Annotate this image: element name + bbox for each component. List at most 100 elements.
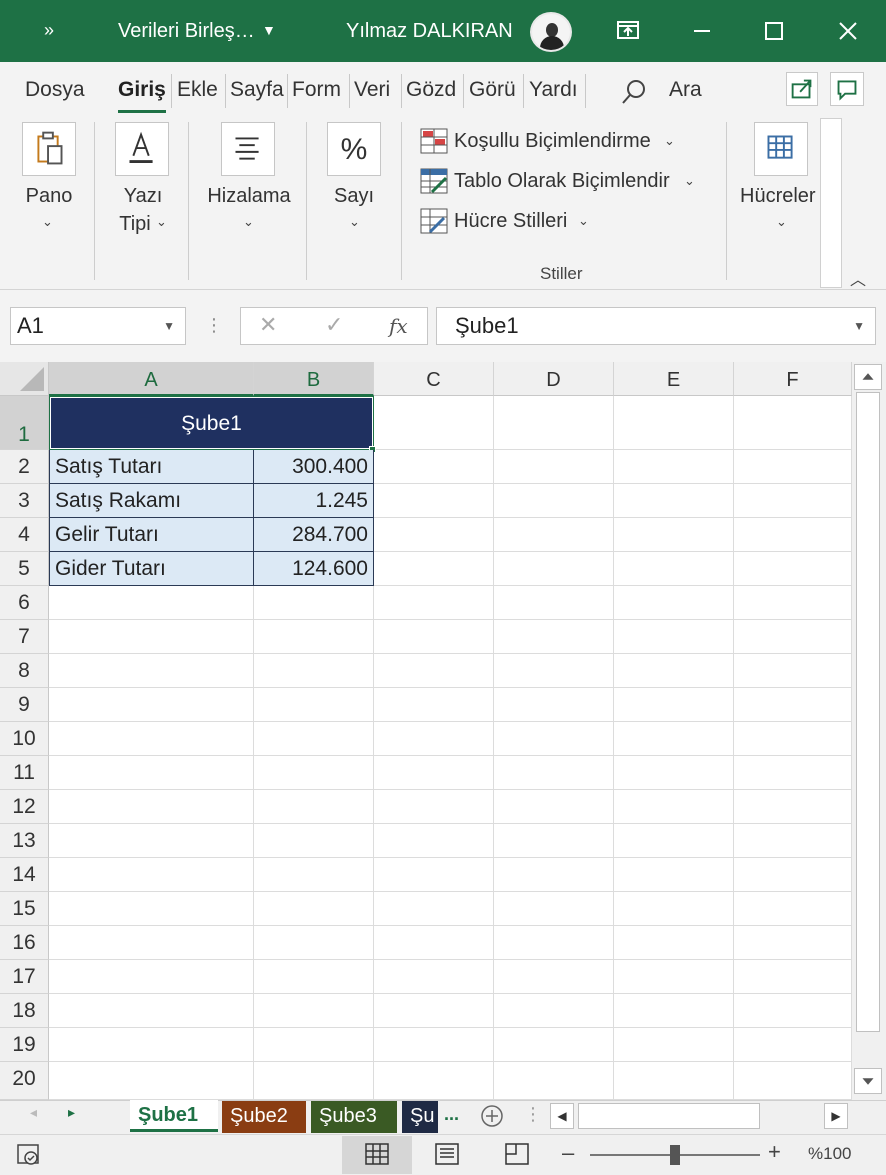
scroll-down-button[interactable] [854, 1068, 882, 1094]
grid-cell[interactable] [49, 1062, 254, 1100]
grid-cell[interactable] [374, 620, 494, 654]
grid-cell[interactable] [374, 1062, 494, 1100]
row-header-16[interactable]: 16 [0, 926, 49, 960]
tab-goru[interactable]: Görü [469, 78, 516, 102]
grid-cell[interactable] [374, 518, 494, 552]
avatar[interactable] [530, 12, 572, 52]
sheet-scroll-right-icon[interactable]: ▸ [68, 1104, 75, 1121]
grid-cell[interactable] [254, 586, 374, 620]
grid-cell[interactable] [494, 926, 614, 960]
column-header-c[interactable]: C [374, 362, 494, 396]
quick-access-toggle[interactable]: » [44, 20, 54, 41]
grid-cell[interactable] [494, 620, 614, 654]
sheet-tab-sube3[interactable]: Şube3 [311, 1101, 397, 1133]
zoom-level[interactable]: %100 [808, 1144, 851, 1164]
grid-cell[interactable] [734, 688, 852, 722]
grid-cell[interactable] [374, 552, 494, 586]
grid-cell[interactable] [494, 824, 614, 858]
pano-label[interactable]: Pano [14, 182, 84, 210]
table-value-cell[interactable]: 284.700 [254, 518, 374, 552]
grid-cell[interactable] [734, 858, 852, 892]
cancel-icon[interactable]: ✕ [259, 312, 277, 338]
grid-cell[interactable] [494, 552, 614, 586]
zoom-out-button[interactable]: – [562, 1140, 574, 1166]
grid-cell[interactable] [374, 450, 494, 484]
grid-cell[interactable] [494, 892, 614, 926]
add-sheet-icon[interactable] [480, 1104, 504, 1128]
tab-form[interactable]: Form [292, 78, 341, 102]
tab-yardim[interactable]: Yardı [529, 78, 578, 102]
column-header-f[interactable]: F [734, 362, 852, 396]
grid-cell[interactable] [614, 892, 734, 926]
grid-cell[interactable] [734, 824, 852, 858]
page-break-view-button[interactable] [482, 1136, 552, 1174]
row-header-6[interactable]: 6 [0, 586, 49, 620]
row-header-5[interactable]: 5 [0, 552, 49, 586]
chevron-down-icon[interactable]: ▼ [163, 308, 175, 344]
tab-giris[interactable]: Giriş [118, 78, 166, 102]
grid-cell[interactable] [254, 722, 374, 756]
grid-cell[interactable] [49, 654, 254, 688]
sheet-scroll-left-icon[interactable]: ◂ [30, 1104, 37, 1121]
grid-cell[interactable] [49, 858, 254, 892]
grid-cell[interactable] [734, 450, 852, 484]
column-header-d[interactable]: D [494, 362, 614, 396]
chevron-down-icon[interactable]: ▼ [853, 308, 865, 344]
grid-cell[interactable] [254, 926, 374, 960]
grid-cell[interactable] [374, 892, 494, 926]
grid-cell[interactable] [49, 790, 254, 824]
grid-cell[interactable] [494, 790, 614, 824]
name-box[interactable]: A1 ▼ [10, 307, 186, 345]
grid-cell[interactable] [614, 994, 734, 1028]
share-button[interactable] [786, 72, 818, 106]
grid-cell[interactable] [494, 994, 614, 1028]
column-header-e[interactable]: E [614, 362, 734, 396]
clipboard-icon[interactable] [22, 122, 76, 176]
grid-cell[interactable] [614, 620, 734, 654]
grid-cell[interactable] [734, 1028, 852, 1062]
tab-ekle[interactable]: Ekle [177, 78, 218, 102]
row-header-19[interactable]: 19 [0, 1028, 49, 1062]
grid-cell[interactable] [254, 994, 374, 1028]
table-value-cell[interactable]: 124.600 [254, 552, 374, 586]
grid-cell[interactable] [614, 552, 734, 586]
grid-cell[interactable] [734, 396, 852, 450]
grid-cell[interactable] [254, 824, 374, 858]
chevron-down-icon[interactable]: ⌄ [349, 214, 360, 230]
vertical-scroll-thumb[interactable] [856, 392, 880, 1032]
document-title-chevron-icon[interactable]: ▼ [262, 22, 276, 38]
document-title[interactable]: Verileri Birleş… [118, 20, 255, 43]
grid-cell[interactable] [734, 1062, 852, 1100]
row-header-9[interactable]: 9 [0, 688, 49, 722]
grid-cell[interactable] [614, 396, 734, 450]
grid-cell[interactable] [494, 756, 614, 790]
comments-button[interactable] [830, 72, 864, 106]
grid-cell[interactable] [254, 654, 374, 688]
row-header-15[interactable]: 15 [0, 892, 49, 926]
row-header-20[interactable]: 20 [0, 1062, 49, 1100]
user-name[interactable]: Yılmaz DALKIRAN [346, 20, 513, 43]
tab-veri[interactable]: Veri [354, 78, 390, 102]
zoom-slider-handle[interactable] [670, 1145, 680, 1165]
column-header-b[interactable]: B [254, 362, 374, 396]
scroll-left-button[interactable]: ◀ [550, 1103, 574, 1129]
grid-cell[interactable] [734, 722, 852, 756]
grid-cell[interactable] [734, 586, 852, 620]
formula-bar-grip-icon[interactable]: ⋮ [205, 315, 223, 336]
grid-cell[interactable] [614, 518, 734, 552]
row-header-4[interactable]: 4 [0, 518, 49, 552]
row-header-12[interactable]: 12 [0, 790, 49, 824]
table-label-cell[interactable]: Gider Tutarı [49, 552, 254, 586]
grid-cell[interactable] [254, 756, 374, 790]
sheet-tab-sube1[interactable]: Şube1 [130, 1100, 218, 1132]
grid-cell[interactable] [614, 722, 734, 756]
row-header-14[interactable]: 14 [0, 858, 49, 892]
grid-cell[interactable] [494, 688, 614, 722]
grid-cell[interactable] [494, 1028, 614, 1062]
sheet-tab-sube2[interactable]: Şube2 [222, 1101, 306, 1133]
grid-cell[interactable] [494, 586, 614, 620]
hucreler-label[interactable]: Hücreler [740, 182, 820, 210]
alignment-icon[interactable] [221, 122, 275, 176]
row-header-7[interactable]: 7 [0, 620, 49, 654]
yazi-tipi-label-1[interactable]: Yazı [100, 182, 186, 210]
